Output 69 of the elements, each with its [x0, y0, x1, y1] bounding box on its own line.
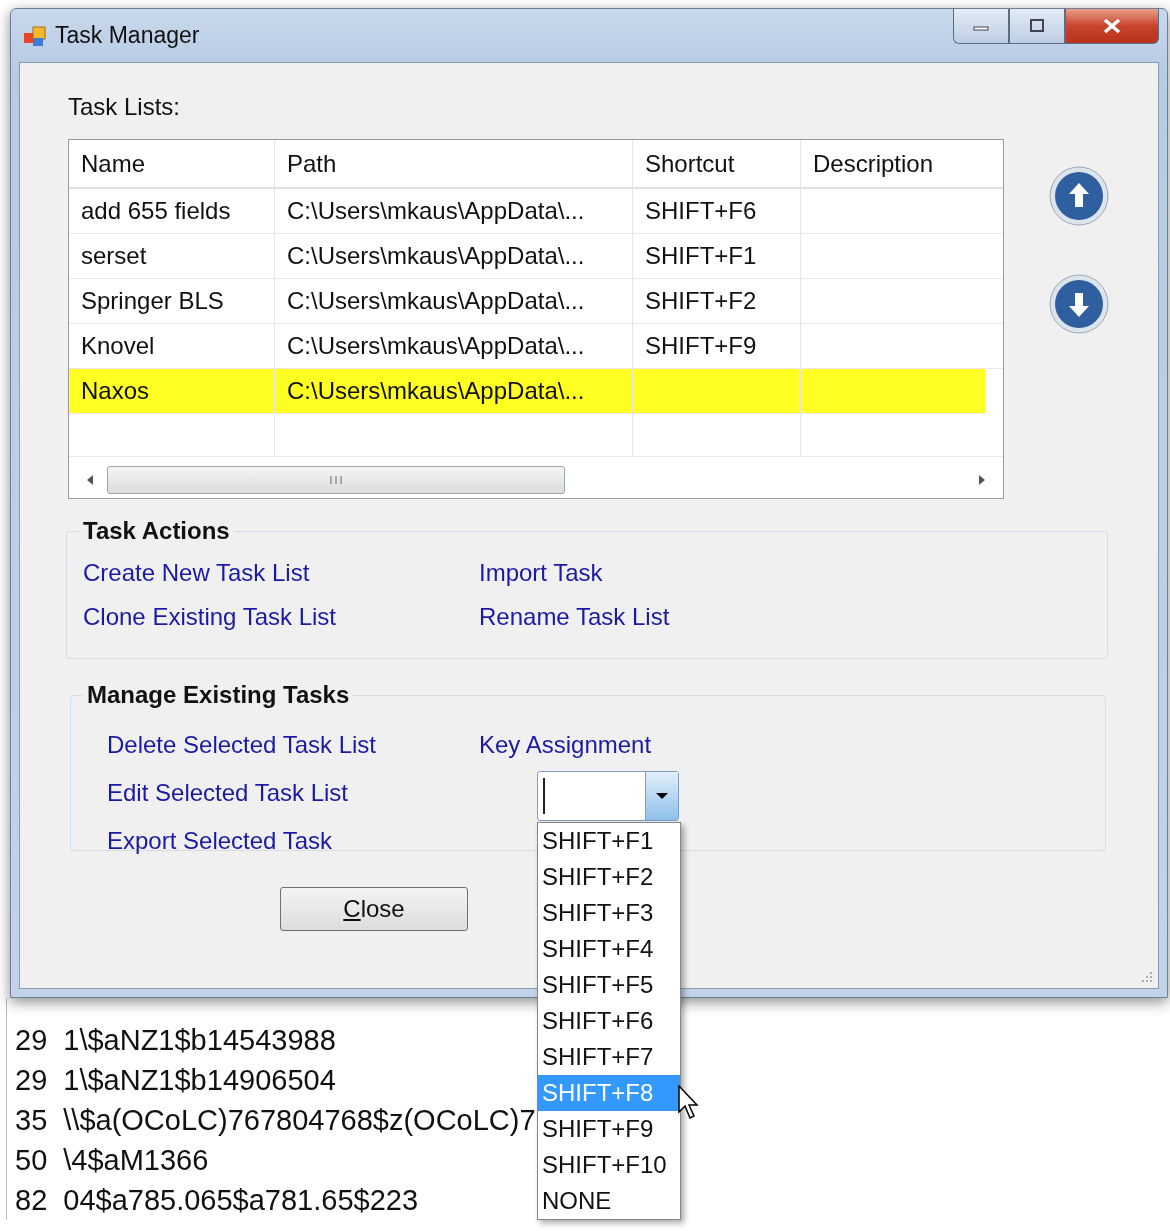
- table-cell: C:\Users\mkaus\AppData\...: [275, 234, 633, 278]
- group-title: Task Actions: [82, 517, 231, 545]
- table-row[interactable]: Springer BLS C:\Users\mkaus\AppData\... SHIFT+F2: [69, 279, 1003, 324]
- table-cell: Knovel: [69, 324, 275, 368]
- column-header[interactable]: Description: [801, 140, 1003, 187]
- key-assignment-label: Key Assignment: [479, 730, 652, 760]
- field-text: 1\$aNZ1$b14906504: [63, 1063, 336, 1098]
- field-text: \4$aM1366: [63, 1143, 209, 1178]
- dropdown-option[interactable]: SHIFT+F9: [538, 1111, 680, 1147]
- resize-grip-icon: [1140, 970, 1154, 984]
- dropdown-option[interactable]: NONE: [538, 1183, 680, 1219]
- app-icon: [23, 23, 47, 48]
- table-cell: Naxos: [69, 369, 275, 413]
- table-row[interactable]: Naxos C:\Users\mkaus\AppData\...: [69, 369, 985, 414]
- dropdown-option[interactable]: SHIFT+F1: [538, 823, 680, 859]
- field-tag: 50: [15, 1140, 48, 1180]
- table-row[interactable]: add 655 fields C:\Users\mkaus\AppData\... SHIFT+F6: [69, 189, 1003, 234]
- dropdown-button[interactable]: [645, 772, 678, 820]
- dropdown-option[interactable]: SHIFT+F5: [538, 967, 680, 1003]
- task-lists-label: Task Lists:: [68, 93, 182, 121]
- dropdown-option[interactable]: SHIFT+F4: [538, 931, 680, 967]
- column-header[interactable]: Shortcut: [633, 140, 801, 187]
- table-cell: SHIFT+F9: [633, 324, 801, 368]
- table-cell: add 655 fields: [69, 189, 275, 233]
- window-title: Task Manager: [55, 22, 200, 49]
- dropdown-option[interactable]: SHIFT+F7: [538, 1039, 680, 1075]
- table-cell: C:\Users\mkaus\AppData\...: [275, 324, 633, 368]
- field-text: 04$a785.065$a781.65$223: [63, 1183, 419, 1218]
- link[interactable]: Edit Selected Task List: [107, 777, 479, 809]
- table-cell: C:\Users\mkaus\AppData\...: [275, 279, 633, 323]
- table-cell: SHIFT+F2: [633, 279, 801, 323]
- field-text: \\$a(OCoLC)767804768$z(OCoLC)7: [63, 1103, 536, 1138]
- group-title: Manage Existing Tasks: [86, 681, 351, 709]
- table-cell: SHIFT+F6: [633, 189, 801, 233]
- link[interactable]: Import Task: [479, 557, 670, 589]
- scroll-right-icon[interactable]: [977, 474, 987, 486]
- column-header[interactable]: Path: [275, 140, 633, 187]
- link[interactable]: Rename Task List: [479, 601, 670, 633]
- close-button[interactable]: Close: [280, 887, 468, 931]
- table-cell: C:\Users\mkaus\AppData\...: [275, 369, 633, 413]
- scroll-thumb[interactable]: [107, 466, 565, 494]
- field-text: 1\$aNZ1$b14543988: [63, 1023, 336, 1058]
- close-icon: [1101, 18, 1123, 34]
- table-cell: C:\Users\mkaus\AppData\...: [275, 189, 633, 233]
- close-button[interactable]: [1065, 9, 1159, 44]
- link[interactable]: Delete Selected Task List: [107, 729, 479, 761]
- move-up-button[interactable]: [1048, 165, 1110, 227]
- link[interactable]: Clone Existing Task List: [83, 601, 479, 633]
- field-tag: 35: [15, 1100, 48, 1140]
- field-tag: 82: [15, 1180, 48, 1220]
- scroll-left-icon[interactable]: [85, 474, 95, 486]
- dropdown-option[interactable]: SHIFT+F3: [538, 895, 680, 931]
- table-row[interactable]: serset C:\Users\mkaus\AppData\... SHIFT+F1: [69, 234, 1003, 279]
- field-tag: 29: [15, 1020, 48, 1060]
- table-cell: Springer BLS: [69, 279, 275, 323]
- maximize-button[interactable]: [1009, 9, 1065, 44]
- maximize-icon: [1027, 18, 1047, 34]
- minimize-button[interactable]: [953, 9, 1009, 44]
- link[interactable]: Create New Task List: [83, 557, 479, 589]
- dropdown-option[interactable]: SHIFT+F10: [538, 1147, 680, 1183]
- dropdown-option[interactable]: SHIFT+F2: [538, 859, 680, 895]
- move-down-button[interactable]: [1048, 273, 1110, 335]
- table-cell: SHIFT+F1: [633, 234, 801, 278]
- caret-icon: [655, 792, 669, 800]
- dropdown-option[interactable]: SHIFT+F6: [538, 1003, 680, 1039]
- field-tag: 29: [15, 1060, 48, 1100]
- link[interactable]: Export Selected Task: [107, 825, 479, 857]
- column-header[interactable]: Name: [69, 140, 275, 187]
- table-cell: serset: [69, 234, 275, 278]
